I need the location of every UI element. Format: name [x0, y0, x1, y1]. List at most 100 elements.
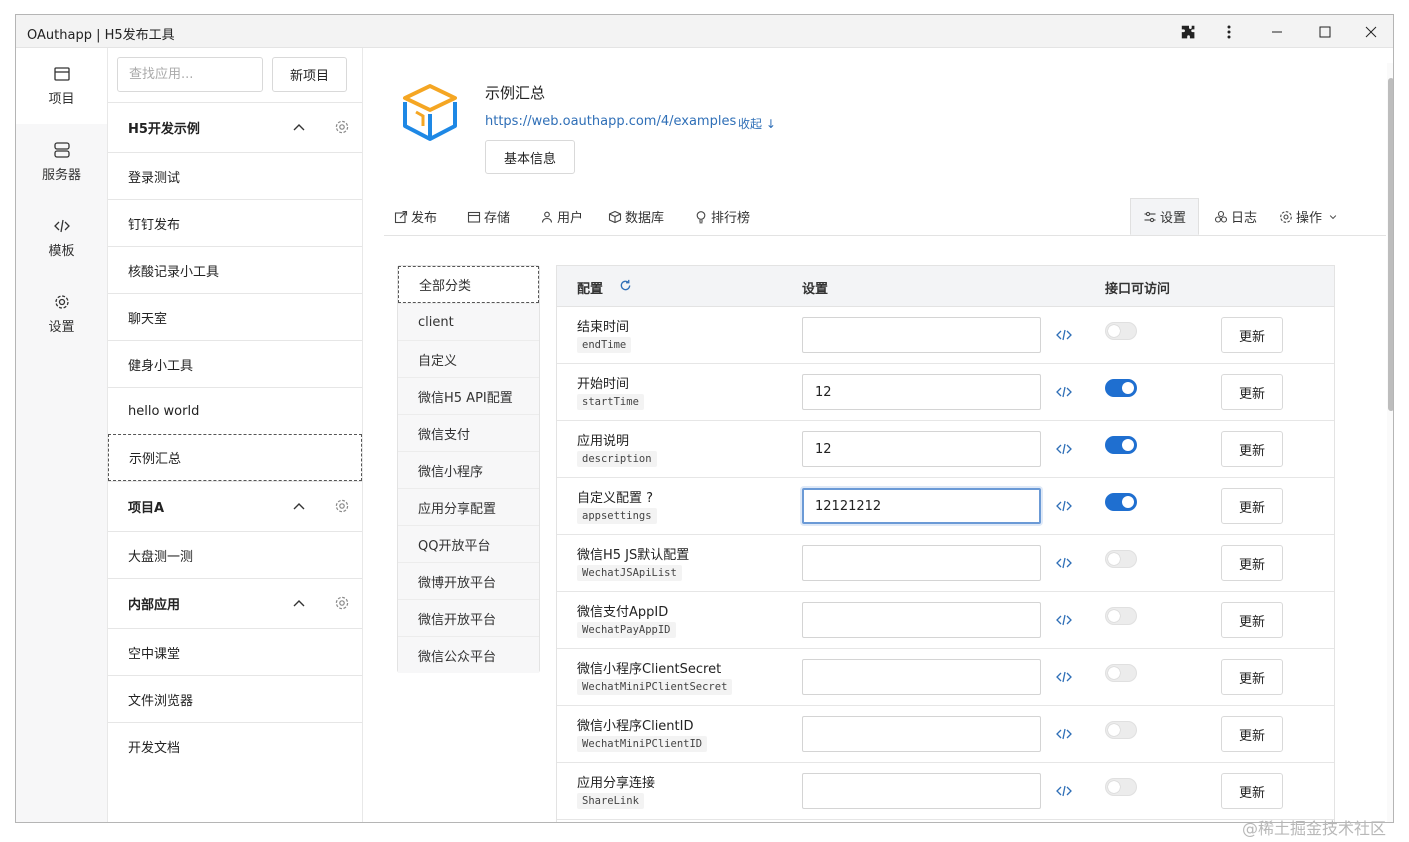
gear-icon[interactable] [334, 498, 350, 514]
table-row: 微信H5 JS默认配置 WechatJSApiList 更新 [557, 535, 1334, 592]
category-item[interactable]: 微信H5 API配置 [398, 377, 539, 414]
project-item[interactable]: 登录测试 [108, 152, 362, 199]
maximize-icon[interactable] [1313, 20, 1337, 44]
category-item[interactable]: 微信支付 [398, 414, 539, 451]
app-url-link[interactable]: https://web.oauthapp.com/4/examples [485, 114, 736, 129]
tab-log[interactable]: 日志 [1214, 198, 1257, 235]
rail-item-servers[interactable]: 服务器 [16, 124, 107, 200]
rail-item-templates[interactable]: 模板 [16, 200, 107, 276]
tab-action[interactable]: 操作 [1279, 198, 1341, 235]
access-toggle[interactable] [1105, 436, 1137, 454]
access-toggle[interactable] [1105, 550, 1137, 568]
access-toggle[interactable] [1105, 379, 1137, 397]
chevron-up-icon[interactable] [292, 120, 306, 134]
access-toggle[interactable] [1105, 322, 1137, 340]
category-item[interactable]: 微信开放平台 [398, 599, 539, 636]
extension-icon[interactable] [1176, 20, 1200, 44]
basic-info-button[interactable]: 基本信息 [485, 140, 575, 174]
category-item[interactable]: client [398, 303, 539, 340]
rail-item-projects[interactable]: 项目 [16, 48, 107, 124]
code-icon [53, 219, 70, 233]
tab-label: 存储 [484, 211, 511, 226]
category-item[interactable]: 全部分类 [398, 266, 539, 303]
update-button[interactable]: 更新 [1221, 431, 1283, 467]
project-item[interactable]: 大盘测一测 [108, 531, 362, 578]
config-value-input[interactable] [802, 374, 1041, 410]
project-item[interactable]: 文件浏览器 [108, 675, 362, 722]
update-button[interactable]: 更新 [1221, 488, 1283, 524]
config-value-input[interactable] [802, 317, 1041, 353]
update-button[interactable]: 更新 [1221, 659, 1283, 695]
update-button[interactable]: 更新 [1221, 773, 1283, 809]
config-value-input[interactable] [802, 659, 1041, 695]
group-title: 内部应用 [128, 598, 181, 613]
rail-label: 设置 [48, 320, 75, 335]
access-toggle[interactable] [1105, 778, 1137, 796]
gear-icon[interactable] [334, 119, 350, 135]
project-item[interactable]: 核酸记录小工具 [108, 246, 362, 293]
project-item[interactable]: 空中课堂 [108, 628, 362, 675]
project-item-selected[interactable]: 示例汇总 [108, 434, 362, 481]
group-header[interactable]: 内部应用 [108, 578, 362, 628]
chevron-up-icon[interactable] [292, 596, 306, 610]
code-icon[interactable] [1055, 554, 1073, 572]
group-header[interactable]: H5开发示例 [108, 102, 362, 152]
category-item[interactable]: 微博开放平台 [398, 562, 539, 599]
category-item[interactable]: 微信公众平台 [398, 636, 539, 673]
category-item[interactable]: 应用分享配置 [398, 488, 539, 525]
tab-database[interactable]: 数据库 [608, 198, 664, 235]
tab-bar: 发布 存储 用户 数据库 排行榜 设置 日志 操作 [384, 198, 1386, 236]
gear-icon[interactable] [334, 595, 350, 611]
code-icon[interactable] [1055, 668, 1073, 686]
update-button[interactable]: 更新 [1221, 317, 1283, 353]
code-icon[interactable] [1055, 497, 1073, 515]
config-value-input[interactable] [802, 431, 1041, 467]
chevron-up-icon[interactable] [292, 499, 306, 513]
category-item[interactable]: QQ开放平台 [398, 525, 539, 562]
code-icon[interactable] [1055, 326, 1073, 344]
tab-label: 用户 [557, 211, 584, 226]
scrollbar-thumb[interactable] [1388, 78, 1393, 411]
new-project-button[interactable]: 新项目 [272, 57, 347, 92]
config-value-input[interactable] [802, 602, 1041, 638]
search-input[interactable] [117, 57, 263, 92]
code-icon[interactable] [1055, 782, 1073, 800]
config-value-input[interactable] [802, 545, 1041, 581]
code-icon[interactable] [1055, 440, 1073, 458]
update-button[interactable]: 更新 [1221, 374, 1283, 410]
minimize-icon[interactable] [1265, 20, 1289, 44]
rail-item-settings[interactable]: 设置 [16, 276, 107, 352]
tab-settings[interactable]: 设置 [1130, 198, 1200, 235]
more-menu-icon[interactable] [1217, 20, 1241, 44]
nav-rail: 项目 服务器 模板 设置 [16, 48, 108, 822]
update-button[interactable]: 更新 [1221, 602, 1283, 638]
tab-user[interactable]: 用户 [540, 198, 583, 235]
external-link-icon [394, 210, 408, 223]
tab-storage[interactable]: 存储 [467, 198, 510, 235]
tab-publish[interactable]: 发布 [394, 198, 437, 235]
access-toggle[interactable] [1105, 664, 1137, 682]
update-button[interactable]: 更新 [1221, 716, 1283, 752]
project-item[interactable]: 健身小工具 [108, 340, 362, 387]
collapse-link[interactable]: 收起 ↓ [738, 115, 776, 132]
config-value-input[interactable] [802, 773, 1041, 809]
project-item[interactable]: 钉钉发布 [108, 199, 362, 246]
project-item[interactable]: 聊天室 [108, 293, 362, 340]
close-icon[interactable] [1359, 20, 1383, 44]
update-button[interactable]: 更新 [1221, 545, 1283, 581]
group-header[interactable]: 项目A [108, 481, 362, 531]
config-value-input[interactable] [802, 716, 1041, 752]
access-toggle[interactable] [1105, 607, 1137, 625]
code-icon[interactable] [1055, 725, 1073, 743]
project-item[interactable]: hello world [108, 387, 362, 434]
tab-ranking[interactable]: 排行榜 [694, 198, 750, 235]
refresh-icon[interactable] [619, 279, 632, 292]
access-toggle[interactable] [1105, 493, 1137, 511]
category-item[interactable]: 自定义 [398, 340, 539, 377]
config-value-input[interactable] [802, 488, 1041, 524]
code-icon[interactable] [1055, 383, 1073, 401]
category-item[interactable]: 微信小程序 [398, 451, 539, 488]
code-icon[interactable] [1055, 611, 1073, 629]
project-item[interactable]: 开发文档 [108, 722, 362, 769]
access-toggle[interactable] [1105, 721, 1137, 739]
